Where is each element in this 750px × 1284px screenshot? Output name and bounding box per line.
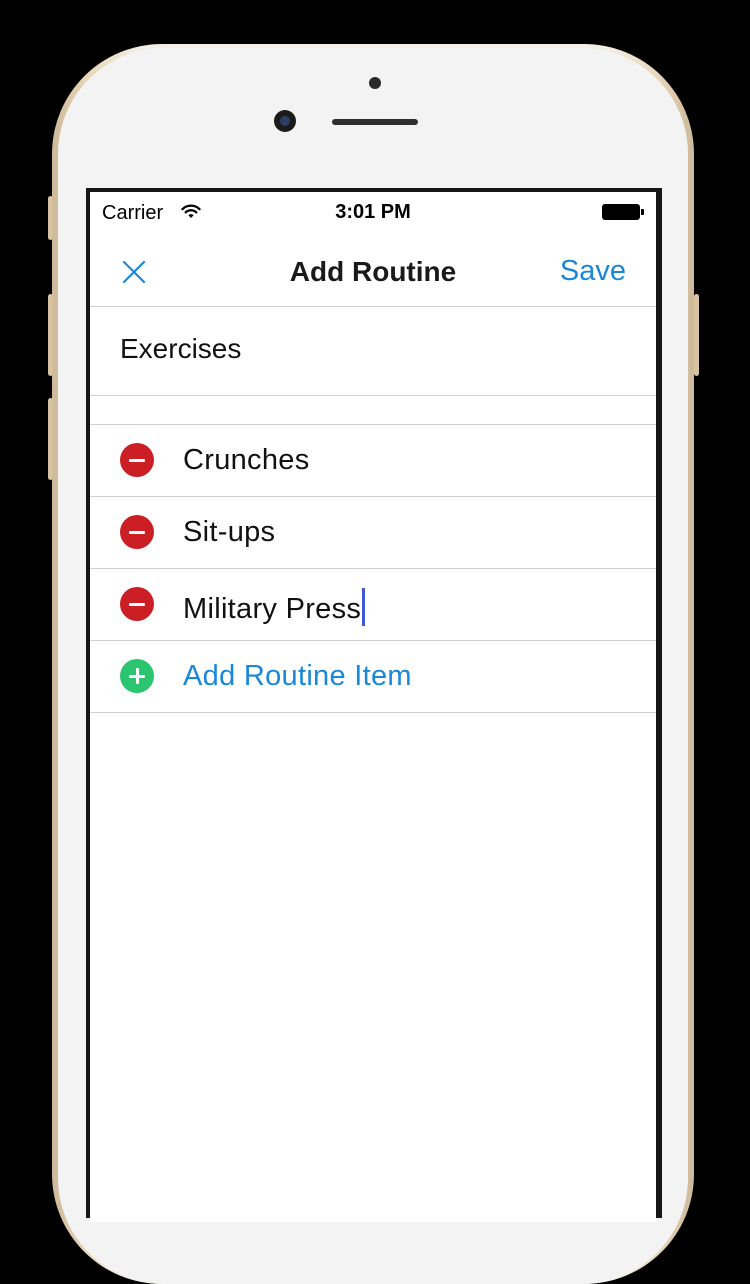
routine-item-input[interactable]: Military Press	[183, 588, 366, 626]
section-separator	[90, 396, 656, 425]
clock: 3:01 PM	[335, 201, 411, 223]
navigation-bar: Add Routine Save	[90, 232, 656, 307]
add-routine-item-button[interactable]: Add Routine Item	[183, 660, 412, 693]
text-cursor	[362, 588, 366, 626]
routine-item-label[interactable]: Crunches	[183, 444, 310, 477]
volume-up-button	[48, 294, 53, 376]
routine-items-list: Crunches Sit-ups Military Press Add Rout…	[90, 425, 656, 713]
routine-item-label[interactable]: Sit-ups	[183, 516, 275, 549]
screen: Carrier 3:01 PM Add Routine Save Exercis…	[90, 192, 656, 1222]
save-button[interactable]: Save	[560, 255, 626, 288]
delete-item-icon[interactable]	[120, 515, 154, 549]
list-item[interactable]: Crunches	[90, 425, 656, 497]
delete-item-icon[interactable]	[120, 443, 154, 477]
front-camera	[274, 110, 296, 132]
add-icon[interactable]	[120, 659, 154, 693]
proximity-sensor	[369, 77, 381, 89]
delete-item-icon[interactable]	[120, 587, 154, 621]
silent-switch	[48, 196, 53, 240]
add-routine-item-row[interactable]: Add Routine Item	[90, 641, 656, 713]
battery-icon	[602, 204, 644, 220]
earpiece-speaker	[332, 119, 418, 125]
volume-down-button	[48, 398, 53, 480]
list-item-editing[interactable]: Military Press	[90, 569, 656, 641]
routine-name-field[interactable]: Exercises	[90, 307, 656, 396]
list-item[interactable]: Sit-ups	[90, 497, 656, 569]
routine-item-label: Military Press	[183, 593, 362, 625]
status-bar: Carrier 3:01 PM	[90, 192, 656, 232]
routine-name-value: Exercises	[120, 333, 242, 364]
power-button	[694, 294, 699, 376]
